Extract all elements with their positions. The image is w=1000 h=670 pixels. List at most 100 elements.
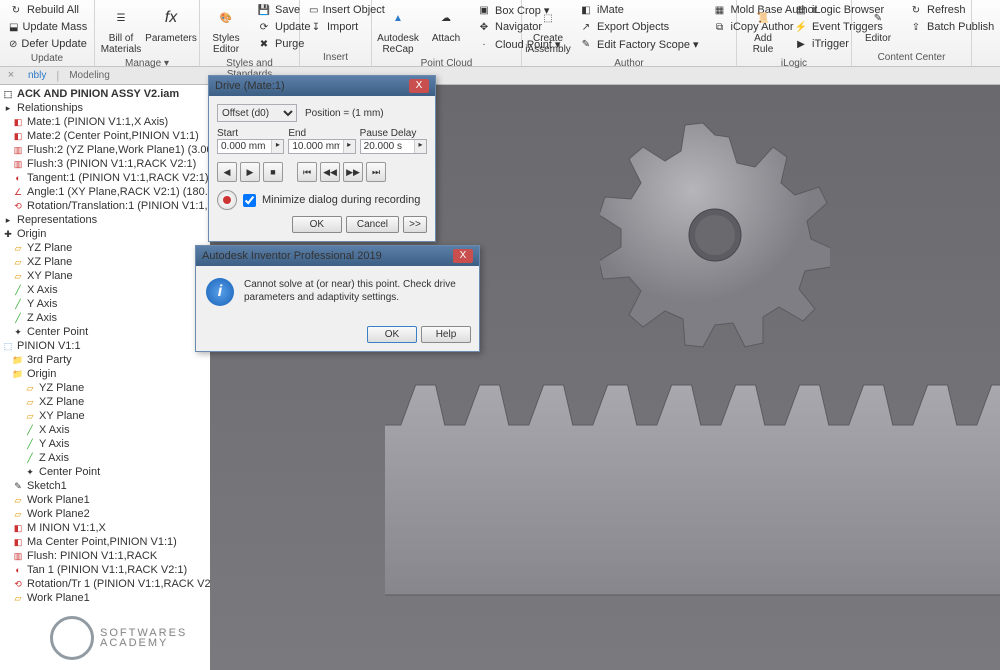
rottrans-icon: ⟲ [12, 200, 24, 212]
ok-button[interactable]: OK [367, 326, 417, 343]
step-fwd-button[interactable]: ▶▶ [343, 162, 363, 182]
tab-modeling[interactable]: Modeling [61, 69, 118, 82]
stepper-icon[interactable]: ▸ [414, 140, 426, 153]
stepper-icon[interactable]: ▸ [271, 140, 283, 153]
tree-p-ya[interactable]: ╱Y Axis [0, 437, 210, 451]
plane-icon: ▱ [12, 242, 24, 254]
defer-update-button[interactable]: ⊘Defer Update [6, 36, 88, 52]
add-rule-button[interactable]: 📜Add Rule [743, 2, 783, 57]
point-icon: · [477, 37, 491, 51]
step-back-button[interactable]: ◀◀ [320, 162, 340, 182]
tree-root[interactable]: ⬚ACK AND PINION ASSY V2.iam [0, 87, 210, 101]
minimize-checkbox[interactable] [243, 194, 256, 207]
bom-button[interactable]: ☰Bill of Materials [101, 2, 141, 57]
flush-icon: ▥ [12, 158, 24, 170]
factory-scope-button[interactable]: ✎Edit Factory Scope ▾ [576, 36, 702, 52]
tree-fl[interactable]: ▥Flush: PINION V1:1,RACK [0, 549, 210, 563]
refresh-button[interactable]: ↻Refresh [906, 2, 997, 18]
play-rev-button[interactable]: ◀ [217, 162, 237, 182]
part-icon: ⬚ [2, 340, 14, 352]
group-label: Update [6, 52, 88, 65]
flush-icon: ▥ [12, 144, 24, 156]
rebuild-icon: ↻ [9, 3, 23, 17]
update-mass-button[interactable]: ⬓Update Mass [6, 19, 88, 35]
import-icon: ↧ [309, 20, 323, 34]
tree-xy[interactable]: ▱XY Plane [0, 269, 210, 283]
close-icon[interactable]: X [453, 249, 473, 263]
create-iassembly-button[interactable]: ⬚Create iAssembly [528, 2, 568, 57]
attach-button[interactable]: ☁Attach [426, 2, 466, 46]
drive-titlebar[interactable]: Drive (Mate:1)X [209, 76, 435, 96]
cc-editor-button[interactable]: ✎Editor [858, 2, 898, 46]
tree-yaxis[interactable]: ╱Y Axis [0, 297, 210, 311]
tree-centerpoint[interactable]: ✦Center Point [0, 325, 210, 339]
tree-representations[interactable]: ▸Representations [0, 213, 210, 227]
end-input[interactable] [289, 140, 342, 153]
ok-button[interactable]: OK [292, 216, 342, 233]
rottrans-icon: ⟲ [12, 578, 24, 590]
imate-button[interactable]: ◧iMate [576, 2, 702, 18]
play-fwd-button[interactable]: ▶ [240, 162, 260, 182]
tangent-icon: ◐ [12, 172, 24, 184]
tree-p-xa[interactable]: ╱X Axis [0, 423, 210, 437]
tree-zaxis[interactable]: ╱Z Axis [0, 311, 210, 325]
tree-xaxis[interactable]: ╱X Axis [0, 283, 210, 297]
tree-mate1[interactable]: ◧Mate:1 (PINION V1:1,X Axis) [0, 115, 210, 129]
expand-button[interactable]: >> [403, 216, 427, 233]
tree-p-xz[interactable]: ▱XZ Plane [0, 395, 210, 409]
rack-render [385, 365, 1000, 625]
tree-wp1[interactable]: ▱Work Plane1 [0, 493, 210, 507]
tree-p-za[interactable]: ╱Z Axis [0, 451, 210, 465]
origin-icon: ✚ [2, 228, 14, 240]
gear-render [600, 120, 830, 350]
tree-tangent1[interactable]: ◐Tangent:1 (PINION V1:1,RACK V2:1) [0, 171, 210, 185]
error-titlebar[interactable]: Autodesk Inventor Professional 2019X [196, 246, 479, 266]
tree-origin[interactable]: ✚Origin [0, 227, 210, 241]
tree-3rdparty[interactable]: 📁3rd Party [0, 353, 210, 367]
pause-input[interactable] [361, 140, 414, 153]
tree-pinion[interactable]: ⬚PINION V1:1 [0, 339, 210, 353]
offset-select[interactable]: Offset (d0) [217, 104, 297, 122]
tree-relationships[interactable]: ▸Relationships [0, 101, 210, 115]
styles-editor-button[interactable]: 🎨Styles Editor [206, 2, 246, 57]
tree-xz[interactable]: ▱XZ Plane [0, 255, 210, 269]
tree-flush2[interactable]: ▥Flush:2 (YZ Plane,Work Plane1) (3.000 m… [0, 143, 210, 157]
tree-rottrans1[interactable]: ⟲Rotation/Translation:1 (PINION V1:1,RAC… [0, 199, 210, 213]
tree-mate2[interactable]: ◧Mate:2 (Center Point,PINION V1:1) [0, 129, 210, 143]
close-tab-button[interactable]: × [4, 69, 18, 83]
skip-end-button[interactable]: ⏭ [366, 162, 386, 182]
tree-p-xy[interactable]: ▱XY Plane [0, 409, 210, 423]
save-icon: 💾 [257, 3, 271, 17]
tree-angle1[interactable]: ∠Angle:1 (XY Plane,RACK V2:1) (180.00 de… [0, 185, 210, 199]
tree-flush3[interactable]: ▥Flush:3 (PINION V1:1,RACK V2:1) [0, 157, 210, 171]
insert-object-button[interactable]: ▭Insert Object [306, 2, 365, 18]
close-icon[interactable]: X [409, 79, 429, 93]
tree-p-yz[interactable]: ▱YZ Plane [0, 381, 210, 395]
parameters-button[interactable]: fxParameters [149, 2, 193, 46]
tree-mp[interactable]: ◧M INION V1:1,X [0, 521, 210, 535]
cancel-button[interactable]: Cancel [346, 216, 399, 233]
stepper-icon[interactable]: ▸ [343, 140, 355, 153]
export-objects-button[interactable]: ↗Export Objects [576, 19, 702, 35]
tree-sketch1[interactable]: ✎Sketch1 [0, 479, 210, 493]
stop-button[interactable]: ■ [263, 162, 283, 182]
tree-mc[interactable]: ◧Ma Center Point,PINION V1:1) [0, 535, 210, 549]
tree-wpl[interactable]: ▱Work Plane1 [0, 591, 210, 605]
start-input[interactable] [218, 140, 271, 153]
tab-assembly[interactable]: nbly [20, 69, 54, 82]
tree-yz[interactable]: ▱YZ Plane [0, 241, 210, 255]
rewind-button[interactable]: ⏮ [297, 162, 317, 182]
tree-p-cp[interactable]: ✦Center Point [0, 465, 210, 479]
batch-publish-button[interactable]: ⇪Batch Publish [906, 19, 997, 35]
recap-button[interactable]: ▲Autodesk ReCap [378, 2, 418, 57]
tree-origin2[interactable]: 📁Origin [0, 367, 210, 381]
tree-wp2[interactable]: ▱Work Plane2 [0, 507, 210, 521]
record-button[interactable] [217, 190, 237, 210]
help-button[interactable]: Help [421, 326, 471, 343]
rebuild-all-button[interactable]: ↻Rebuild All [6, 2, 88, 18]
axis-icon: ╱ [12, 298, 24, 310]
tree-rot[interactable]: ⟲Rotation/Tr 1 (PINION V1:1,RACK V2:1) (… [0, 577, 210, 591]
import-button[interactable]: ↧Import [306, 19, 365, 35]
tree-tan[interactable]: ◐Tan 1 (PINION V1:1,RACK V2:1) [0, 563, 210, 577]
flush-icon: ▥ [12, 550, 24, 562]
